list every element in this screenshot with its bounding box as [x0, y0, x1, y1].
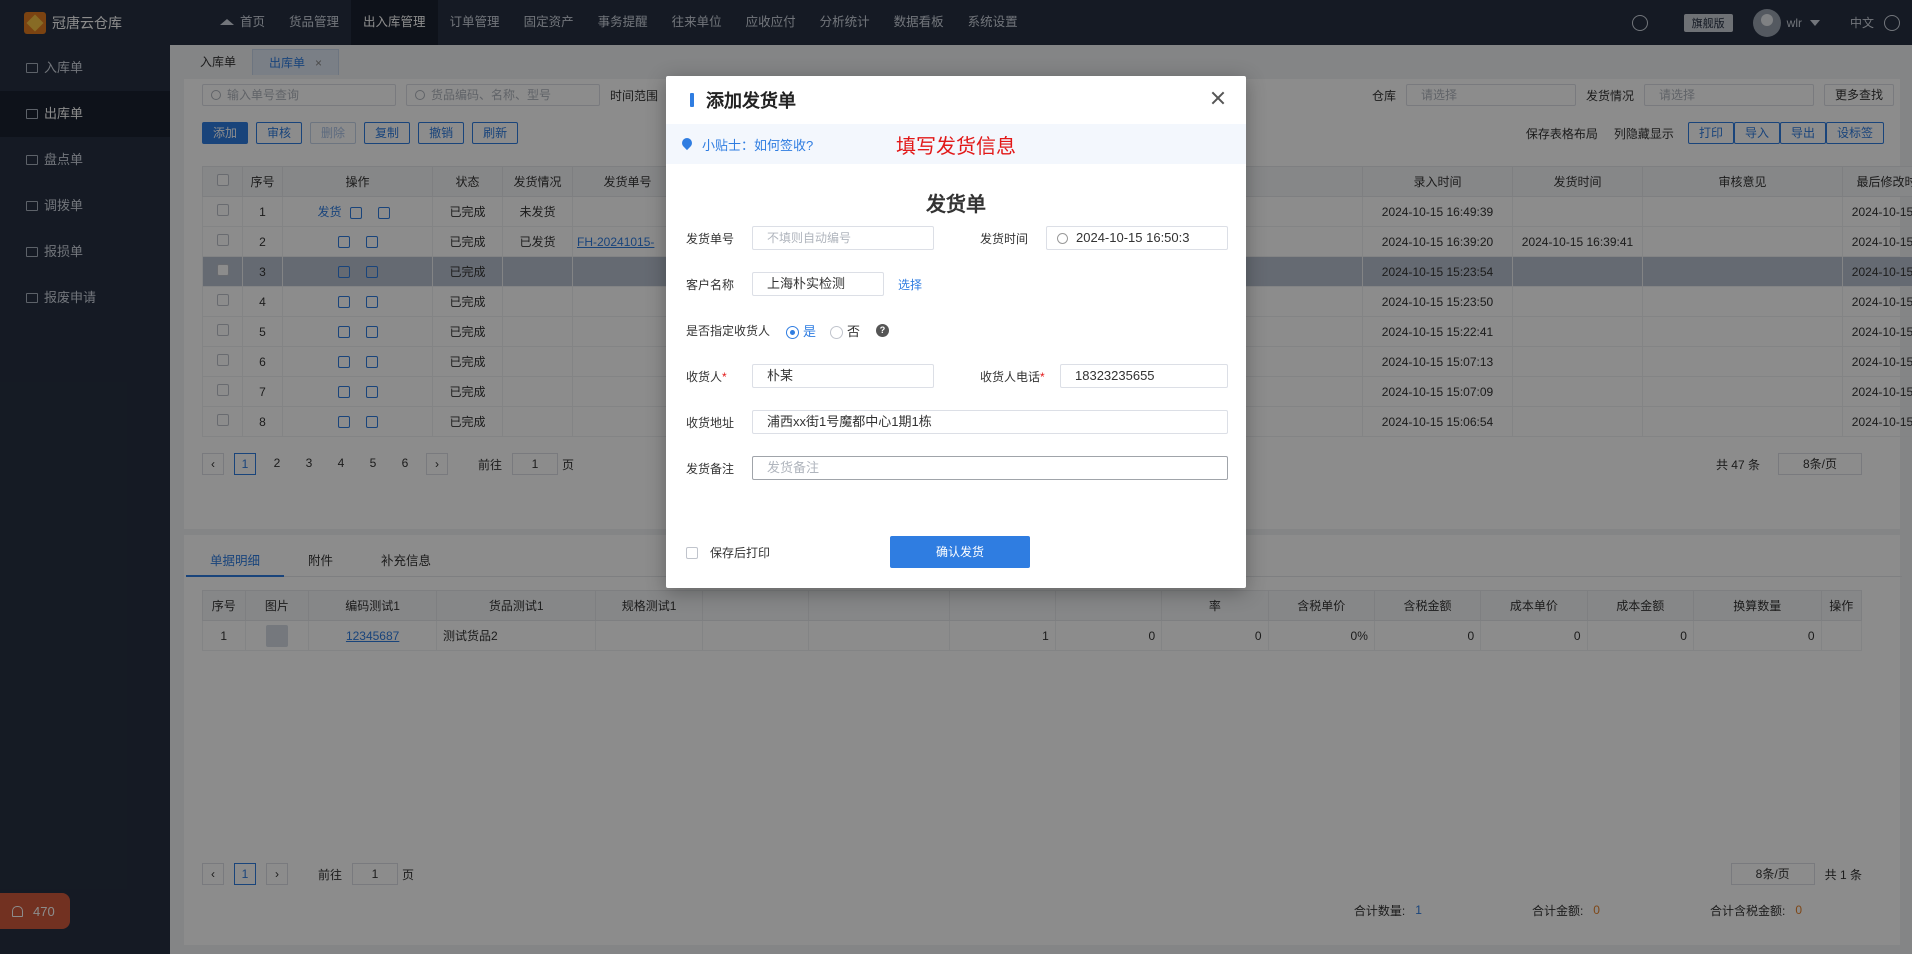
- dialog-header: 添加发货单: [666, 76, 1246, 124]
- clock-icon: [1057, 233, 1068, 245]
- receiver-label-text: 收货人: [686, 369, 723, 384]
- ship-dialog: 添加发货单 小贴士：如何签收? 填写发货信息 发货单 发货单号 不填则自动编号 …: [666, 76, 1246, 588]
- phone-label-text: 收货人电话: [980, 369, 1041, 384]
- customer-label: 客户名称: [686, 277, 735, 292]
- remark-row: 发货备注 发货备注: [686, 456, 1228, 480]
- phone-input[interactable]: 18323235655: [1060, 364, 1228, 388]
- ship-no-label: 发货单号: [686, 231, 735, 246]
- remark-label: 发货备注: [686, 461, 735, 476]
- receiver-input[interactable]: 朴某: [752, 364, 934, 388]
- radio-no-dot: [830, 325, 844, 339]
- select-customer-link[interactable]: 选择: [898, 276, 922, 293]
- phone-row: 收货人电话* 18323235655: [980, 364, 1228, 388]
- title-accent: [690, 93, 694, 107]
- customer-row: 客户名称 上海朴实检测 选择: [686, 272, 922, 296]
- print-checkbox[interactable]: [686, 546, 698, 559]
- address-input[interactable]: 浦西xx街1号魔都中心1期1栋: [752, 410, 1228, 434]
- ship-time-row: 发货时间 2024-10-15 16:50:3: [980, 226, 1228, 250]
- tip-bar: 小贴士：如何签收? 填写发货信息: [666, 124, 1246, 164]
- confirm-ship-button[interactable]: 确认发货: [890, 536, 1030, 568]
- ship-time-input[interactable]: 2024-10-15 16:50:3: [1046, 226, 1228, 250]
- ship-time-value: 2024-10-15 16:50:3: [1076, 230, 1190, 245]
- radio-yes[interactable]: 是: [786, 321, 816, 340]
- tip-link[interactable]: 小贴士：如何签收?: [702, 135, 813, 154]
- ship-time-label: 发货时间: [980, 231, 1029, 246]
- print-after-label: 保存后打印: [710, 546, 771, 560]
- radio-yes-dot: [786, 325, 799, 339]
- remark-input[interactable]: 发货备注: [752, 456, 1228, 480]
- ship-no-input[interactable]: 不填则自动编号: [752, 226, 934, 250]
- radio-no-label: 否: [847, 323, 861, 339]
- designate-row: 是否指定收货人 是 否 ?: [686, 318, 890, 342]
- receiver-row: 收货人* 朴某: [686, 364, 934, 388]
- print-after-save[interactable]: 保存后打印: [686, 544, 770, 561]
- receiver-label: 收货人*: [686, 369, 727, 384]
- customer-input[interactable]: 上海朴实检测: [752, 272, 884, 296]
- help-icon[interactable]: ?: [876, 323, 890, 337]
- radio-no[interactable]: 否: [830, 321, 860, 340]
- ship-no-row: 发货单号 不填则自动编号: [686, 226, 934, 250]
- address-label: 收货地址: [686, 415, 735, 430]
- location-pin-icon: [682, 138, 692, 150]
- phone-label: 收货人电话*: [980, 369, 1045, 384]
- address-row: 收货地址 浦西xx街1号魔都中心1期1栋: [686, 410, 1228, 434]
- annotation-label: 填写发货信息: [896, 136, 1016, 158]
- dialog-title: 添加发货单: [706, 91, 796, 111]
- close-icon[interactable]: [1210, 90, 1226, 106]
- designate-label: 是否指定收货人: [686, 323, 771, 338]
- doc-title: 发货单: [926, 194, 986, 216]
- radio-yes-label: 是: [803, 323, 817, 339]
